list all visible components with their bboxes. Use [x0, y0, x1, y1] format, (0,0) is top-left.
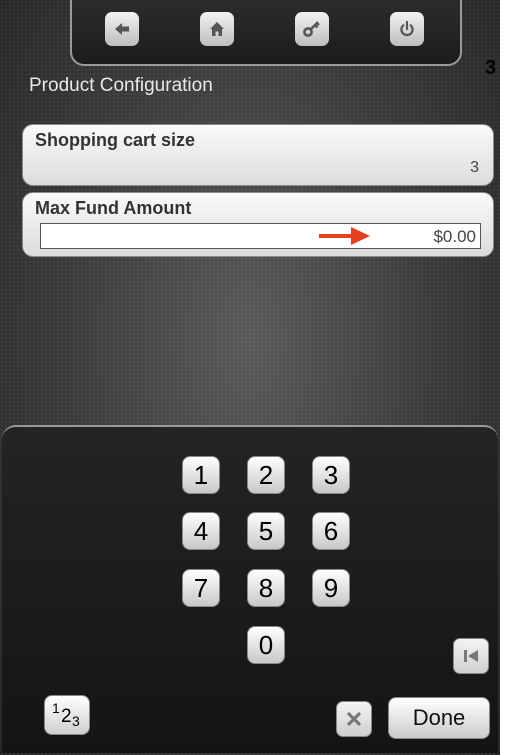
number-mode-button[interactable]: 1 2 3	[44, 695, 90, 735]
back-button[interactable]	[105, 12, 139, 46]
mode-key-sub1: 2	[61, 706, 72, 727]
mode-key-base: 1	[52, 700, 60, 716]
home-icon	[210, 22, 224, 36]
key-5[interactable]: 5	[247, 512, 285, 550]
key-8[interactable]: 8	[247, 569, 285, 607]
clear-button[interactable]	[336, 701, 372, 737]
cart-size-label: Shopping cart size	[35, 130, 196, 150]
cart-size-value: 3	[470, 159, 479, 176]
power-button[interactable]	[390, 12, 424, 46]
key-7[interactable]: 7	[182, 569, 220, 607]
key-1[interactable]: 1	[182, 456, 220, 494]
key-icon	[303, 21, 320, 37]
skip-to-start-icon	[464, 650, 478, 662]
device-screen: Product Configuration Shopping cart size…	[0, 0, 500, 755]
power-icon	[400, 20, 414, 37]
max-fund-setting: Max Fund Amount $0.00	[22, 192, 494, 257]
page-number: 3	[485, 57, 497, 79]
page-title: Product Configuration	[29, 75, 213, 96]
key-2[interactable]: 2	[247, 456, 285, 494]
max-fund-value: $0.00	[433, 227, 476, 246]
key-0[interactable]: 0	[247, 626, 285, 664]
done-button[interactable]: Done	[388, 697, 490, 739]
mode-key-sub2: 3	[72, 713, 80, 729]
home-button[interactable]	[200, 12, 234, 46]
numeric-keypad: 1 2 3 4 5 6 7 8 9 0 1 2 3 Done	[2, 425, 498, 753]
cart-size-setting[interactable]: Shopping cart size 3	[22, 124, 494, 186]
top-navigation-bar	[70, 0, 462, 66]
key-button[interactable]	[295, 12, 329, 46]
x-icon	[347, 712, 361, 726]
red-arrow-icon	[319, 227, 370, 245]
max-fund-input[interactable]: $0.00	[40, 223, 481, 249]
key-3[interactable]: 3	[312, 456, 350, 494]
key-6[interactable]: 6	[312, 512, 350, 550]
key-9[interactable]: 9	[312, 569, 350, 607]
skip-to-start-button[interactable]	[453, 638, 489, 674]
back-arrow-icon	[115, 23, 129, 35]
key-4[interactable]: 4	[182, 512, 220, 550]
max-fund-label: Max Fund Amount	[35, 198, 192, 218]
